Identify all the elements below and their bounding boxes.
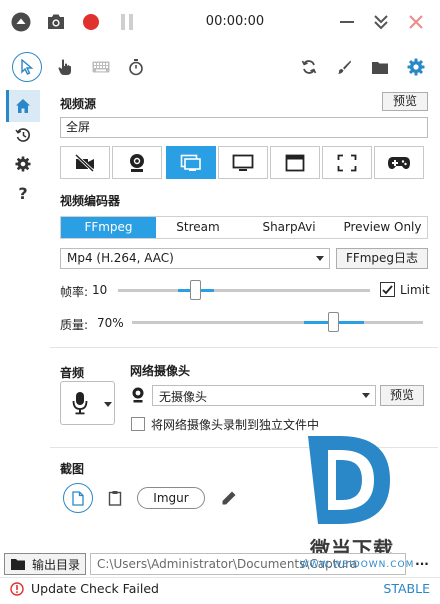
microphone-icon	[72, 391, 88, 415]
tab-stream[interactable]: Stream	[156, 217, 240, 238]
audio-label: 音频	[60, 366, 85, 380]
refresh-icon[interactable]	[298, 56, 320, 78]
quality-value: 70%	[97, 316, 124, 330]
tab-preview-only[interactable]: Preview Only	[338, 217, 427, 238]
sidebar: ?	[0, 90, 46, 548]
gamepad-icon	[387, 155, 411, 171]
home-icon[interactable]	[12, 96, 34, 116]
ffmpeg-log-button[interactable]: FFmpeg日志	[336, 248, 428, 269]
framerate-label: 帧率:	[60, 285, 89, 299]
format-value: Mp4 (H.264, AAC)	[67, 251, 174, 265]
recording-timer: 00:00:00	[205, 14, 265, 29]
source-tile-monitor[interactable]	[218, 146, 268, 179]
title-bar: 00:00:00	[0, 0, 440, 46]
source-tile-screen[interactable]	[166, 146, 216, 179]
warning-icon	[10, 582, 24, 596]
region-icon	[337, 154, 357, 172]
checkmark-icon	[382, 284, 393, 295]
chevron-down-icon	[316, 256, 324, 261]
watermark-logo	[300, 430, 410, 530]
file-icon	[72, 490, 84, 506]
minimize-icon[interactable]	[336, 11, 358, 33]
timer-icon[interactable]	[125, 56, 147, 78]
limit-label: Limit	[400, 283, 430, 297]
source-tile-region[interactable]	[322, 146, 372, 179]
camera-icon[interactable]	[45, 11, 67, 33]
source-tile-webcam[interactable]	[112, 146, 162, 179]
history-icon[interactable]	[12, 125, 34, 145]
webcam-select[interactable]: 无摄像头	[152, 385, 376, 406]
no-video-icon	[74, 153, 96, 172]
source-preview-button[interactable]: 预览	[382, 92, 428, 111]
section-divider	[50, 347, 438, 348]
chevron-down-icon	[104, 402, 112, 407]
framerate-slider-track[interactable]	[118, 289, 370, 292]
quality-slider-thumb[interactable]	[328, 312, 339, 332]
collapse-icon[interactable]	[370, 11, 392, 33]
video-source-field[interactable]: 全屏	[60, 117, 428, 138]
monitor-icon	[232, 154, 254, 172]
cursor-icon	[20, 59, 34, 75]
encoder-label: 视频编码器	[60, 194, 121, 208]
source-tile-none[interactable]	[60, 146, 110, 179]
pause-icon[interactable]	[116, 11, 138, 33]
format-select[interactable]: Mp4 (H.264, AAC)	[60, 248, 330, 269]
pen-icon[interactable]	[218, 487, 240, 509]
save-to-file-button[interactable]	[63, 483, 93, 513]
clipboard-icon[interactable]	[104, 487, 126, 509]
separate-file-label: 将网络摄像头录制到独立文件中	[151, 418, 320, 432]
source-tile-window[interactable]	[270, 146, 320, 179]
help-icon[interactable]: ?	[12, 182, 34, 204]
webcam-icon	[127, 153, 147, 173]
screen-icon	[180, 154, 202, 172]
keyboard-icon[interactable]	[90, 56, 112, 78]
screenshot-label: 截图	[60, 462, 85, 476]
tab-sharpavi[interactable]: SharpAvi	[240, 217, 338, 238]
webcam-value: 无摄像头	[159, 390, 208, 404]
tab-ffmpeg[interactable]: FFmpeg	[61, 217, 156, 238]
webcam-label: 网络摄像头	[130, 364, 191, 378]
close-icon[interactable]	[405, 11, 427, 33]
record-icon[interactable]	[80, 11, 102, 33]
quality-slider-track[interactable]	[132, 321, 423, 324]
source-tile-game[interactable]	[374, 146, 424, 179]
imgur-button[interactable]: Imgur	[137, 487, 205, 509]
limit-checkbox[interactable]	[380, 282, 395, 297]
click-hand-icon[interactable]	[54, 56, 76, 78]
folder-icon	[10, 558, 26, 571]
quality-label: 质量:	[60, 318, 89, 332]
chevron-down-icon	[362, 393, 370, 398]
window-icon	[285, 154, 305, 172]
status-message: Update Check Failed	[31, 581, 159, 596]
output-label: 输出目录	[31, 557, 80, 572]
webcam-icon	[130, 387, 146, 403]
output-folder-button[interactable]: 输出目录	[4, 553, 86, 575]
status-bar: Update Check Failed STABLE	[0, 577, 440, 601]
circle-up-arrow-icon[interactable]	[10, 11, 32, 33]
cursor-toggle-button[interactable]	[12, 52, 42, 82]
framerate-value: 10	[92, 283, 108, 297]
webcam-preview-button[interactable]: 预览	[380, 385, 424, 406]
settings-icon[interactable]	[12, 154, 34, 174]
watermark-url: WWW.WEIDOWN.COM	[300, 560, 415, 570]
gear-icon[interactable]	[405, 56, 427, 78]
video-source-label: 视频源	[60, 97, 97, 111]
audio-source-button[interactable]	[60, 381, 115, 425]
brush-icon[interactable]	[333, 56, 355, 78]
framerate-slider-thumb[interactable]	[190, 280, 201, 300]
folder-icon[interactable]	[369, 56, 391, 78]
separate-file-checkbox[interactable]	[131, 417, 145, 431]
release-channel: STABLE	[383, 581, 430, 596]
